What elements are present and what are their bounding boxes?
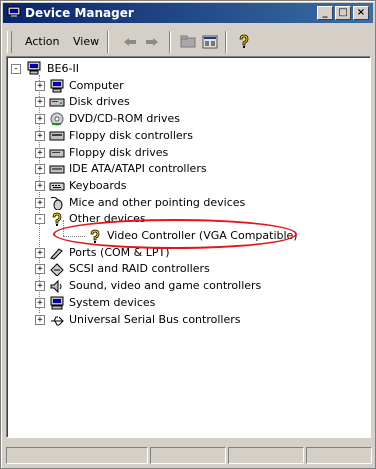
expand-toggle[interactable]: + <box>35 164 45 175</box>
tree-item-label: Sound, video and game controllers <box>69 279 262 293</box>
menu-action[interactable]: Action <box>25 35 59 48</box>
expand-toggle[interactable]: + <box>35 114 45 125</box>
collapse-toggle[interactable]: - <box>35 214 45 225</box>
tree-item-label: System devices <box>69 295 156 309</box>
tree-root-label: BE6-II <box>47 62 79 75</box>
device-manager-icon <box>7 6 21 17</box>
expand-toggle[interactable]: + <box>35 247 45 258</box>
computer-icon <box>49 79 65 96</box>
tree-item[interactable]: + System devices <box>7 295 367 311</box>
tree-item-label: Universal Serial Bus controllers <box>69 312 241 326</box>
expand-toggle[interactable]: + <box>35 297 45 308</box>
tree-item-label: Floppy disk controllers <box>69 128 193 142</box>
dvd-drive-icon <box>49 112 65 129</box>
tree-item[interactable]: + Disk drives <box>7 94 367 110</box>
tree-item-label: SCSI and RAID controllers <box>69 262 210 276</box>
ports-icon <box>49 246 65 263</box>
tree-item-label: DVD/CD-ROM drives <box>69 112 180 126</box>
status-pane <box>228 447 304 464</box>
title-bar[interactable]: Device Manager _ □ × <box>3 3 373 23</box>
toolbar-separator <box>107 31 109 53</box>
status-pane <box>306 447 372 464</box>
tree-item-label: IDE ATA/ATAPI controllers <box>69 162 207 176</box>
status-bar <box>3 447 373 465</box>
highlight-ellipse <box>53 219 297 249</box>
tree-item[interactable]: + SCSI and RAID controllers <box>7 261 367 279</box>
tree-item[interactable]: + IDE ATA/ATAPI controllers <box>7 161 367 177</box>
tree-item[interactable]: + Keyboards <box>7 178 367 194</box>
toolbar-grip <box>7 31 12 53</box>
close-button[interactable]: × <box>353 6 369 20</box>
minimize-button[interactable]: _ <box>317 6 333 20</box>
system-devices-icon <box>49 296 65 313</box>
device-manager-window: Device Manager _ □ × Action View - BE6-II… <box>0 0 376 469</box>
properties-icon[interactable] <box>201 34 219 50</box>
toolbar-separator <box>169 31 171 53</box>
expand-toggle[interactable]: + <box>35 281 45 292</box>
window-title: Device Manager <box>25 6 134 20</box>
floppy-drive-icon <box>49 146 65 163</box>
tree-item[interactable]: + Floppy disk drives <box>7 145 367 161</box>
tree-item-label: Disk drives <box>69 95 130 109</box>
expand-toggle[interactable]: + <box>35 197 45 208</box>
keyboard-icon <box>49 179 65 196</box>
tree-item-label: Computer <box>69 78 124 92</box>
collapse-toggle[interactable]: - <box>11 64 21 74</box>
expand-toggle[interactable]: + <box>35 147 45 158</box>
help-icon[interactable] <box>235 34 253 50</box>
status-pane <box>6 447 148 464</box>
disk-drive-icon <box>49 95 65 112</box>
tree-item[interactable]: + Computer <box>7 78 367 94</box>
status-pane <box>150 447 226 464</box>
tree-item[interactable]: + Floppy disk controllers <box>7 128 367 144</box>
expand-toggle[interactable]: + <box>35 180 45 191</box>
tree-item[interactable]: + Mice and other pointing devices <box>7 195 367 211</box>
computer-root-icon <box>26 61 44 78</box>
expand-toggle[interactable]: + <box>35 97 45 108</box>
tree-item-label: Floppy disk drives <box>69 145 169 159</box>
expand-toggle[interactable]: + <box>35 130 45 141</box>
ide-controller-icon <box>49 162 65 179</box>
toolbar-separator <box>225 31 227 53</box>
up-folder-icon[interactable] <box>179 34 197 50</box>
forward-arrow-icon[interactable] <box>143 34 161 50</box>
expand-toggle[interactable]: + <box>35 80 45 91</box>
tree-item-label: Keyboards <box>69 178 127 192</box>
back-arrow-icon[interactable] <box>121 34 139 50</box>
tree-item[interactable]: + DVD/CD-ROM drives <box>7 111 367 127</box>
sound-icon <box>49 279 65 296</box>
usb-icon <box>49 313 65 330</box>
expand-toggle[interactable]: + <box>35 264 45 275</box>
mouse-icon <box>49 196 65 213</box>
maximize-button[interactable]: □ <box>335 6 351 20</box>
expand-toggle[interactable]: + <box>35 314 45 325</box>
scsi-controller-icon <box>49 262 65 279</box>
tree-item[interactable]: + Sound, video and game controllers <box>7 278 367 294</box>
toolbar: Action View <box>3 27 373 57</box>
floppy-controller-icon <box>49 129 65 146</box>
tree-item-label: Mice and other pointing devices <box>69 195 246 209</box>
menu-view[interactable]: View <box>73 35 99 48</box>
tree-item[interactable]: + Universal Serial Bus controllers <box>7 312 367 328</box>
